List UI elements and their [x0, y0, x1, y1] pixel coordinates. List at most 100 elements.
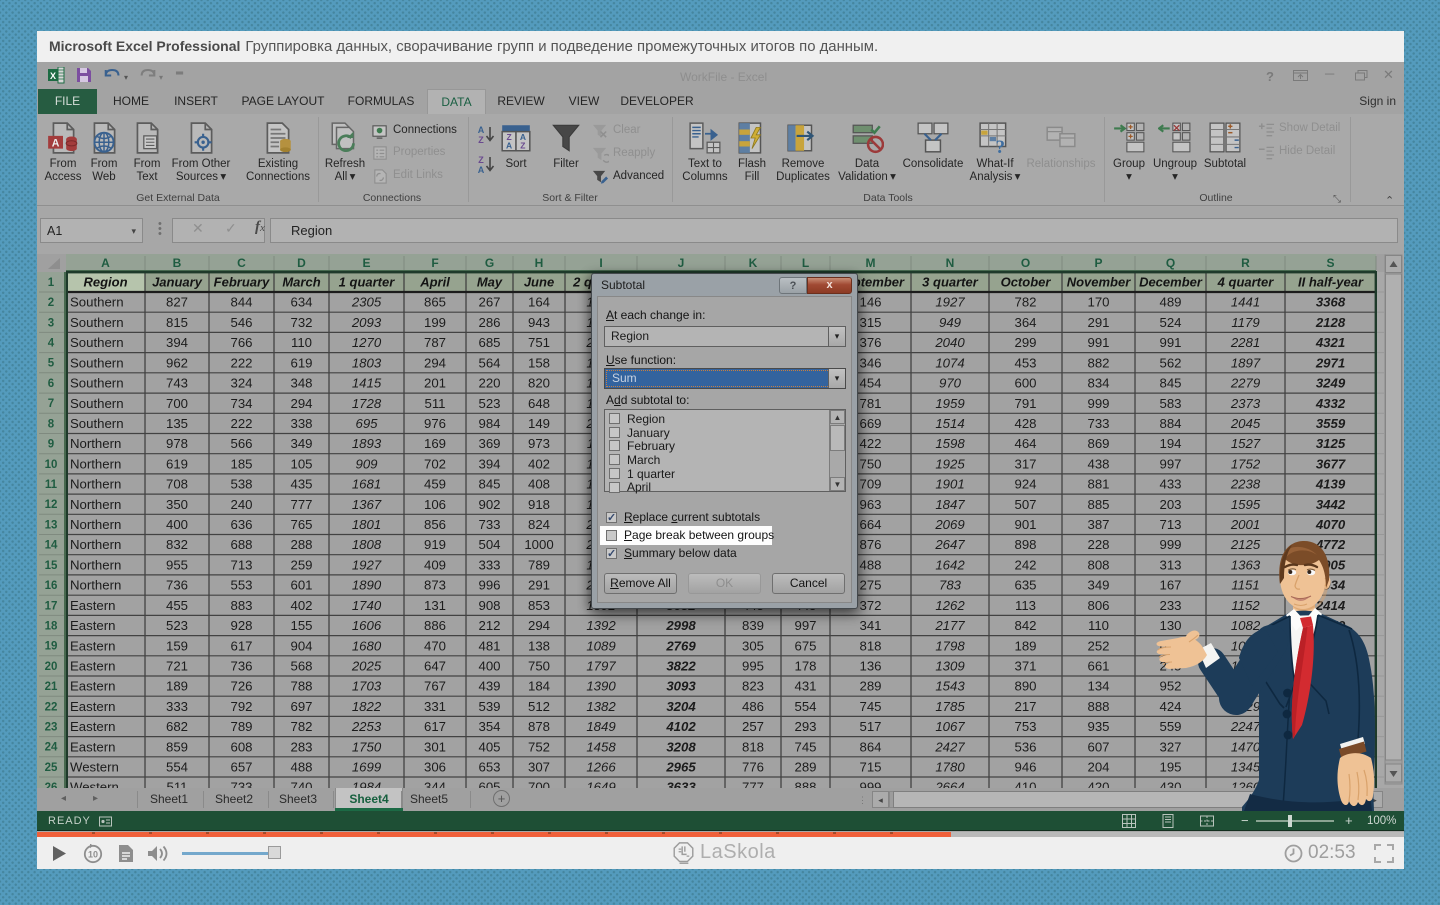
svg-text:2001: 2001: [1230, 517, 1260, 532]
svg-text:2664: 2664: [934, 780, 964, 788]
svg-text:A: A: [506, 141, 512, 151]
svg-text:832: 832: [166, 537, 188, 552]
svg-text:842: 842: [1014, 618, 1036, 633]
svg-text:902: 902: [478, 497, 500, 512]
svg-text:299: 299: [1014, 335, 1036, 350]
svg-text:1543: 1543: [935, 679, 965, 694]
svg-text:354: 354: [478, 719, 500, 734]
svg-text:Region: Region: [83, 275, 127, 290]
svg-text:523: 523: [166, 618, 188, 633]
svg-text:Southern: Southern: [70, 396, 124, 411]
svg-text:409: 409: [424, 557, 446, 572]
svg-text:767: 767: [424, 679, 446, 694]
svg-text:1089: 1089: [586, 638, 616, 653]
svg-text:1000: 1000: [524, 537, 553, 552]
svg-text:1392: 1392: [586, 618, 616, 633]
svg-text:8: 8: [48, 418, 55, 430]
svg-text:135: 135: [166, 416, 188, 431]
svg-text:Eastern: Eastern: [70, 659, 115, 674]
svg-text:3204: 3204: [666, 699, 696, 714]
svg-text:554: 554: [794, 699, 816, 714]
svg-text:745: 745: [794, 739, 816, 754]
svg-text:1262: 1262: [935, 598, 965, 613]
svg-text:888: 888: [794, 780, 816, 788]
svg-text:158: 158: [528, 355, 550, 370]
svg-text:242: 242: [1014, 557, 1036, 572]
svg-text:733: 733: [1087, 416, 1109, 431]
svg-text:978: 978: [166, 436, 188, 451]
svg-text:405: 405: [478, 739, 500, 754]
svg-text:788: 788: [290, 679, 312, 694]
svg-text:October: October: [1001, 275, 1052, 290]
svg-text:1527: 1527: [1231, 436, 1261, 451]
svg-text:164: 164: [528, 295, 550, 310]
svg-text:568: 568: [290, 659, 312, 674]
svg-text:376: 376: [859, 335, 881, 350]
svg-text:289: 289: [794, 760, 816, 775]
svg-text:9: 9: [48, 439, 54, 451]
svg-text:777: 777: [290, 497, 312, 512]
svg-text:4: 4: [48, 338, 55, 350]
svg-text:997: 997: [1159, 456, 1181, 471]
svg-text:Eastern: Eastern: [70, 699, 115, 714]
svg-text:726: 726: [230, 679, 252, 694]
svg-text:131: 131: [424, 598, 446, 613]
svg-text:454: 454: [859, 376, 881, 391]
svg-text:1752: 1752: [1231, 456, 1261, 471]
svg-text:1441: 1441: [1231, 295, 1260, 310]
svg-text:765: 765: [290, 517, 312, 532]
svg-text:134: 134: [1087, 679, 1109, 694]
svg-text:1309: 1309: [935, 659, 965, 674]
svg-text:524: 524: [1159, 315, 1181, 330]
svg-text:February: February: [214, 275, 270, 290]
svg-text:600: 600: [1014, 376, 1036, 391]
svg-text:991: 991: [1087, 335, 1109, 350]
svg-text:984: 984: [478, 416, 500, 431]
svg-text:Eastern: Eastern: [70, 719, 115, 734]
svg-text:617: 617: [230, 638, 252, 653]
svg-text:3 quarter: 3 quarter: [922, 275, 979, 290]
svg-text:X: X: [50, 71, 56, 81]
svg-text:695: 695: [355, 416, 378, 431]
svg-text:1728: 1728: [352, 396, 382, 411]
svg-text:1984: 1984: [352, 780, 381, 788]
svg-text:928: 928: [230, 618, 252, 633]
svg-text:410: 410: [1014, 780, 1036, 788]
svg-text:818: 818: [742, 739, 764, 754]
svg-text:3442: 3442: [1316, 497, 1346, 512]
svg-text:1798: 1798: [935, 638, 965, 653]
svg-text:2373: 2373: [1230, 396, 1261, 411]
svg-text:293: 293: [794, 719, 816, 734]
svg-text:1266: 1266: [586, 760, 616, 775]
svg-text:486: 486: [742, 699, 764, 714]
svg-text:185: 185: [230, 456, 252, 471]
svg-text:888: 888: [1087, 699, 1109, 714]
svg-text:L: L: [802, 256, 809, 270]
svg-text:721: 721: [166, 659, 188, 674]
svg-text:815: 815: [166, 315, 188, 330]
svg-text:189: 189: [1014, 638, 1036, 653]
svg-text:1927: 1927: [935, 295, 965, 310]
svg-text:1959: 1959: [935, 396, 965, 411]
svg-text:Southern: Southern: [70, 295, 124, 310]
svg-text:3: 3: [48, 317, 54, 329]
svg-text:291: 291: [1087, 315, 1109, 330]
svg-text:294: 294: [528, 618, 550, 633]
svg-text:315: 315: [859, 315, 881, 330]
svg-text:736: 736: [166, 578, 188, 593]
svg-text:212: 212: [478, 618, 500, 633]
svg-text:488: 488: [859, 557, 881, 572]
svg-text:305: 305: [742, 638, 764, 653]
svg-text:3093: 3093: [666, 679, 696, 694]
svg-text:740: 740: [290, 780, 312, 788]
svg-text:1680: 1680: [352, 638, 382, 653]
svg-text:420: 420: [1087, 780, 1109, 788]
svg-text:844: 844: [230, 295, 252, 310]
svg-text:605: 605: [478, 780, 500, 788]
svg-text:110: 110: [291, 335, 312, 350]
svg-text:106: 106: [424, 497, 446, 512]
svg-text:845: 845: [1159, 376, 1181, 391]
svg-text:962: 962: [166, 355, 188, 370]
svg-text:884: 884: [1159, 416, 1181, 431]
svg-text:792: 792: [230, 699, 252, 714]
